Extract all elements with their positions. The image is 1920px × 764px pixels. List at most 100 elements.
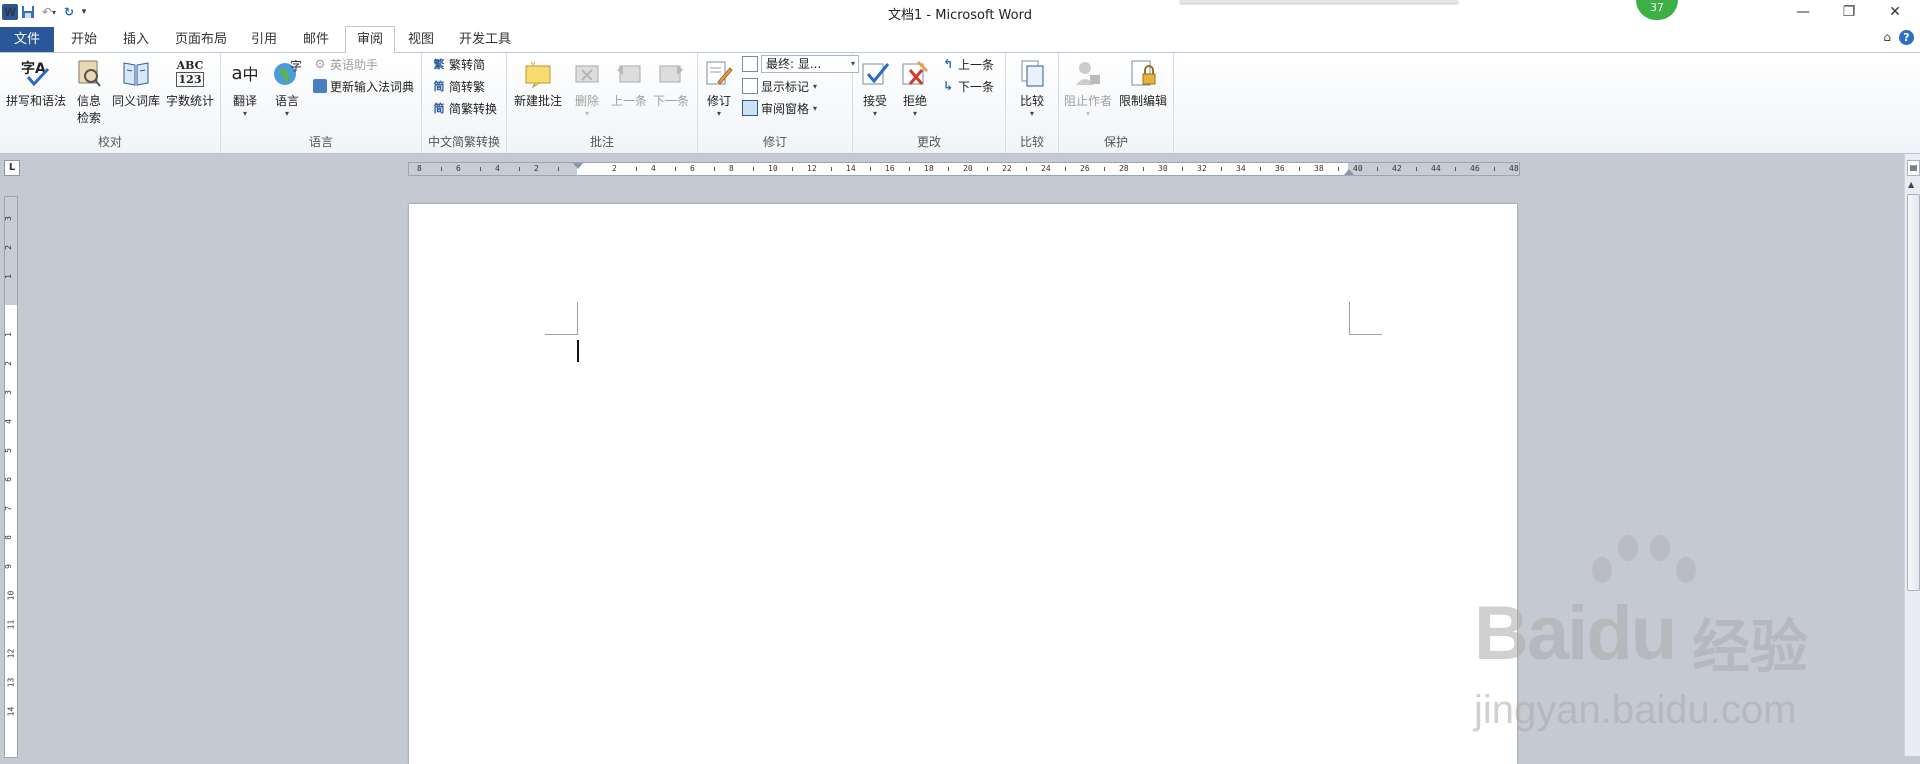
- restore-button[interactable]: ❐: [1826, 0, 1872, 24]
- horizontal-ruler[interactable]: 8 6 4 2 2 4 6 8 10 12 14 16 18 20 22 24 26 28 30 32 34 36 38 40…: [408, 162, 1520, 176]
- group-comments: 新建批注 删除 ▾ 上一条 下一条 批注: [507, 53, 698, 153]
- display-for-review-value[interactable]: 最终: 显... ▾: [761, 55, 859, 73]
- minimize-ribbon-icon[interactable]: ⌂: [1883, 30, 1891, 45]
- vertical-ruler[interactable]: 43211234567891011121314: [4, 196, 18, 758]
- group-chinese-conversion: 繁 繁转简 简 简转繁 简 简繁转换 中文简繁转换: [422, 53, 507, 153]
- track-changes-button[interactable]: 修订 ▾: [702, 57, 736, 118]
- previous-comment-button[interactable]: 上一条: [609, 57, 649, 109]
- to-traditional-button[interactable]: 简 简转繁: [432, 77, 486, 95]
- ruler-mark: 22: [1002, 164, 1012, 173]
- ruler-mark: 4: [651, 164, 656, 173]
- language-label: 语言: [274, 94, 299, 108]
- ruler-mark: 44: [1431, 164, 1441, 173]
- ruler-tick: [1220, 167, 1222, 171]
- convert-button[interactable]: 简 简繁转换: [432, 99, 498, 117]
- vruler-top-margin: [5, 197, 17, 305]
- next-comment-label: 下一条: [652, 94, 689, 108]
- restrict-editing-icon: [1127, 57, 1159, 89]
- minimize-button[interactable]: —: [1780, 0, 1826, 24]
- tab-references[interactable]: 引用: [244, 27, 284, 52]
- new-comment-button[interactable]: 新建批注: [511, 57, 565, 109]
- show-markup-button[interactable]: 显示标记 ▾: [742, 77, 817, 95]
- help-icon[interactable]: ?: [1899, 30, 1914, 45]
- tab-review[interactable]: 审阅: [345, 26, 395, 54]
- reject-button[interactable]: 拒绝 ▾: [897, 57, 933, 118]
- tab-home[interactable]: 开始: [62, 27, 106, 52]
- next-comment-button[interactable]: 下一条: [651, 57, 691, 109]
- svg-text:字: 字: [290, 58, 302, 73]
- translate-label: 翻译: [232, 94, 257, 108]
- language-button[interactable]: 字 语言 ▾: [269, 57, 305, 118]
- ruler-left-margin: [409, 163, 577, 175]
- ruler-mark: 28: [1119, 164, 1129, 173]
- redo-icon[interactable]: ↻: [62, 4, 76, 20]
- vertical-scrollbar[interactable]: ▤ ▲: [1904, 154, 1920, 756]
- ruler-mark: 46: [1470, 164, 1480, 173]
- english-assistant-button[interactable]: ⚙ 英语助手: [313, 55, 378, 73]
- previous-change-button[interactable]: ↰ 上一条: [941, 55, 994, 73]
- delete-comment-button[interactable]: 删除 ▾: [567, 57, 607, 118]
- next-change-icon: ↳: [942, 79, 954, 93]
- scroll-up-icon[interactable]: ▲: [1908, 180, 1914, 189]
- vruler-mark: 13: [6, 677, 16, 688]
- tab-developer[interactable]: 开发工具: [452, 27, 518, 52]
- display-for-review-select[interactable]: 最终: 显... ▾: [742, 55, 859, 73]
- ruler-mark: 24: [1041, 164, 1051, 173]
- tab-page-layout[interactable]: 页面布局: [168, 27, 234, 52]
- tab-insert[interactable]: 插入: [114, 27, 158, 52]
- thesaurus-button[interactable]: 同义词库: [110, 57, 162, 109]
- track-changes-icon: [703, 57, 735, 89]
- convert-label: 简繁转换: [449, 101, 498, 116]
- to-simplified-button[interactable]: 繁 繁转简: [432, 55, 486, 73]
- scroll-thumb[interactable]: [1907, 194, 1920, 591]
- tab-view[interactable]: 视图: [400, 27, 442, 52]
- next-change-button[interactable]: ↳ 下一条: [941, 77, 994, 95]
- ruler-mark: 18: [924, 164, 934, 173]
- language-dropdown-icon: ▾: [284, 109, 289, 118]
- notification-badge[interactable]: 37: [1636, 0, 1678, 20]
- group-label-proofing: 校对: [97, 135, 122, 149]
- translate-button[interactable]: a中 翻译 ▾: [227, 57, 263, 119]
- block-authors-button[interactable]: 阻止作者 ▾: [1063, 57, 1113, 118]
- right-indent-marker[interactable]: [1344, 169, 1354, 175]
- indent-marker[interactable]: [573, 163, 583, 169]
- document-page[interactable]: [409, 204, 1517, 764]
- delete-comment-label: 删除: [574, 94, 599, 108]
- accept-button[interactable]: 接受 ▾: [857, 57, 893, 118]
- delete-dropdown-icon: ▾: [584, 109, 589, 118]
- text-cursor: [577, 340, 579, 362]
- block-authors-dropdown-icon: ▾: [1085, 109, 1090, 118]
- research-button[interactable]: 信息 检索: [72, 57, 106, 126]
- research-label-2: 检索: [76, 111, 101, 125]
- ruler-tick: [1181, 167, 1183, 171]
- group-label-tracking: 修订: [762, 135, 787, 149]
- ruler-toggle-icon[interactable]: ▤: [1907, 160, 1920, 176]
- group-label-protect: 保护: [1103, 135, 1128, 149]
- crop-mark-top-left: [545, 302, 578, 335]
- tab-file[interactable]: 文件: [0, 27, 54, 52]
- ruler-tick: [1337, 167, 1339, 171]
- spelling-grammar-button[interactable]: 字A 拼写和语法: [4, 57, 68, 109]
- accept-label: 接受: [862, 94, 887, 108]
- restrict-editing-button[interactable]: 限制编辑: [1117, 57, 1169, 109]
- thesaurus-label: 同义词库: [111, 94, 160, 108]
- compare-button[interactable]: 比较 ▾: [1014, 57, 1050, 118]
- word-count-button[interactable]: ABC 123 字数统计: [164, 57, 216, 109]
- save-icon[interactable]: [20, 4, 36, 20]
- word-app-icon[interactable]: W: [2, 4, 18, 20]
- update-ime-button[interactable]: 更新输入法词典: [313, 77, 414, 95]
- next-comment-icon: [655, 57, 687, 89]
- reject-dropdown-icon: ▾: [912, 109, 917, 118]
- tab-mailings[interactable]: 邮件: [294, 27, 338, 52]
- vruler-mark: 10: [6, 590, 16, 601]
- ruler-mark: 6: [456, 164, 461, 173]
- ruler-mark: 42: [1392, 164, 1402, 173]
- close-button[interactable]: ✕: [1872, 0, 1918, 24]
- tab-selector-button[interactable]: L: [4, 160, 20, 176]
- undo-icon[interactable]: ↶ ▾: [38, 4, 60, 20]
- vruler-mark: 2: [4, 361, 13, 366]
- customize-qat-icon[interactable]: ▾: [78, 4, 90, 20]
- reviewing-pane-button[interactable]: 审阅窗格 ▾: [742, 99, 817, 117]
- ruler-tick: [1103, 167, 1105, 171]
- watermark-url: jingyan.baidu.com: [1474, 688, 1797, 732]
